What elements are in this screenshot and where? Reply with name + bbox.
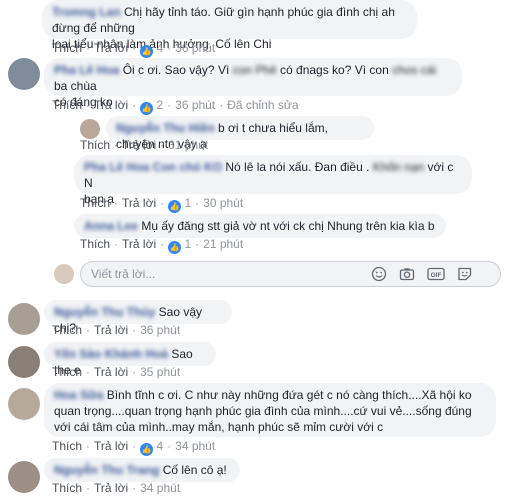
reply-bubble: Anna Lee Mụ ấy đăng stt giả vờ nt với ck…	[74, 214, 446, 238]
like-icon: 👍	[140, 102, 154, 115]
reply-link[interactable]: Trả lời	[122, 138, 156, 152]
comment-actions: Thích · Trả lời · 35 phút	[52, 365, 181, 379]
reply-text-blurred: Khốn nạn	[372, 160, 425, 174]
comment-author[interactable]: Pha Lê Hoa	[54, 63, 119, 77]
emoji-icon[interactable]	[371, 266, 387, 282]
comment-text: Bình tĩnh c ơi. C như này những đứa gét …	[106, 388, 472, 402]
comment-text-blurred: con Phê	[232, 63, 277, 77]
reply-author[interactable]: Anna Lee	[84, 219, 138, 233]
like-link[interactable]: Thích	[80, 138, 110, 152]
like-link[interactable]: Thích	[52, 41, 82, 55]
avatar[interactable]	[80, 119, 100, 139]
edited-label[interactable]: Đã chỉnh sửa	[227, 98, 298, 112]
reply-author[interactable]: Pha Lê Hoa Con chó KO	[84, 160, 222, 174]
reply-link[interactable]: Trả lời	[94, 439, 128, 453]
reply-text: Nó lê la nói xấu. Đan điều .	[225, 160, 370, 174]
reply-link[interactable]: Trả lời	[122, 196, 156, 210]
comment-text-line3: với cái tâm của mình..may mắn, hạnh phúc…	[54, 420, 384, 434]
comment-author[interactable]: Tromng Lan	[52, 5, 121, 19]
comment-actions: Thích · Trả lời · 👍 4 · 34 phút	[52, 439, 216, 456]
reply-link[interactable]: Trả lời	[94, 98, 128, 112]
comment-actions: Thích · Trả lời · 👍 2 · 36 phút · Đã chỉnh sửa	[52, 98, 299, 115]
comment-text: ba chùa	[54, 79, 97, 93]
comment-bubble: Pha Lê Hoa Ôi c ơi. Sao vậy? Vì con Phê …	[44, 58, 462, 109]
reply-actions: Thích · Trả lời · 31 phút	[80, 138, 209, 152]
comment-actions: Thích · Trả lời · 34 phút	[52, 481, 181, 495]
reply-time[interactable]: 31 phút	[168, 138, 208, 152]
reply-bubble: Pha Lê Hoa Con chó KO Nó lê la nói xấu. …	[74, 155, 472, 206]
reply-time[interactable]: 30 phút	[203, 196, 243, 210]
like-count[interactable]: 1	[184, 196, 191, 210]
reply-link[interactable]: Trả lời	[94, 323, 128, 337]
comment-text: Cố lên cô ạ!	[162, 463, 227, 477]
reply-actions: Thích · Trả lời · 👍 1 · 21 phút	[80, 237, 244, 254]
reply-time[interactable]: 21 phút	[203, 237, 243, 251]
reply-link[interactable]: Trả lời	[94, 365, 128, 379]
comment-text: có đnags ko? Vì con	[280, 63, 389, 77]
gif-icon[interactable]: GIF	[427, 266, 445, 282]
reply-link[interactable]: Trả lời	[94, 41, 128, 55]
like-link[interactable]: Thích	[80, 196, 110, 210]
comment-bubble: Hoa Sữa Bình tĩnh c ơi. C như này những …	[44, 383, 496, 437]
like-icon: 👍	[140, 45, 154, 58]
comment-time[interactable]: 34 phút	[175, 439, 215, 453]
avatar	[54, 264, 74, 284]
like-link[interactable]: Thích	[52, 98, 82, 112]
comment-bubble: Tromng Lan Chị hãy tỉnh táo. Giữ gìn hạn…	[42, 0, 417, 51]
like-link[interactable]: Thích	[52, 323, 82, 337]
comment-author[interactable]: Nguyễn Thu Thủy	[54, 305, 155, 319]
reply-link[interactable]: Trả lời	[122, 237, 156, 251]
comment-actions: Thích · Trả lời · 36 phút	[52, 323, 181, 337]
like-count[interactable]: 4	[156, 439, 163, 453]
comment-time[interactable]: 36 phút	[175, 41, 215, 55]
like-link[interactable]: Thích	[80, 237, 110, 251]
like-count[interactable]: 1	[184, 237, 191, 251]
like-icon: 👍	[168, 200, 182, 213]
reply-link[interactable]: Trả lời	[94, 481, 128, 495]
like-icon: 👍	[140, 443, 154, 456]
comment-bubble: Yến Sào Khánh Hoà Sao the e	[44, 342, 216, 377]
camera-icon[interactable]	[399, 266, 415, 282]
reply-actions: Thích · Trả lời · 👍 1 · 30 phút	[80, 196, 244, 213]
comment-bubble: Nguyễn Thu Trang Cố lên cô ạ!	[44, 458, 240, 482]
like-link[interactable]: Thích	[52, 481, 82, 495]
comment-author[interactable]: Yến Sào Khánh Hoà	[54, 347, 168, 361]
avatar[interactable]	[8, 303, 40, 335]
reply-author[interactable]: Nguyễn Thu Hiền	[116, 121, 215, 135]
comment-time[interactable]: 35 phút	[140, 365, 180, 379]
avatar[interactable]	[8, 346, 40, 378]
like-link[interactable]: Thích	[52, 439, 82, 453]
comment-actions: Thích · Trả lời · 👍 4 · 36 phút	[52, 41, 216, 58]
reply-input[interactable]: Viết trả lời... GIF	[80, 261, 501, 287]
reply-bubble: Nguyễn Thu Hiền b ơi t chưa hiểu lắm, ch…	[106, 116, 374, 151]
like-count[interactable]: 4	[156, 41, 163, 55]
comment-text-line2: quan trọng....quan trọng hạnh phúc gia đ…	[54, 404, 472, 418]
comment-author[interactable]: Nguyễn Thu Trang	[54, 463, 159, 477]
sticker-icon[interactable]	[457, 266, 473, 282]
svg-text:GIF: GIF	[431, 272, 442, 279]
reply-text: Mụ ấy đăng stt giả vờ nt với ck chị Nhun…	[141, 219, 435, 233]
like-count[interactable]: 2	[156, 98, 163, 112]
comment-bubble: Nguyễn Thu Thủy Sao vậy chị?	[44, 300, 232, 335]
comment-text: Ôi c ơi. Sao vậy? Vì	[122, 63, 230, 77]
avatar[interactable]	[8, 58, 40, 90]
comment-time[interactable]: 34 phút	[140, 481, 180, 495]
like-link[interactable]: Thích	[52, 365, 82, 379]
comment-time[interactable]: 36 phút	[140, 323, 180, 337]
comment-author[interactable]: Hoa Sữa	[54, 388, 103, 402]
avatar[interactable]	[8, 388, 40, 420]
reply-placeholder: Viết trả lời...	[91, 267, 156, 281]
comment-time[interactable]: 36 phút	[175, 98, 215, 112]
avatar[interactable]	[8, 461, 40, 493]
comment-text-blurred: chos cái	[392, 63, 437, 77]
like-icon: 👍	[168, 241, 182, 254]
